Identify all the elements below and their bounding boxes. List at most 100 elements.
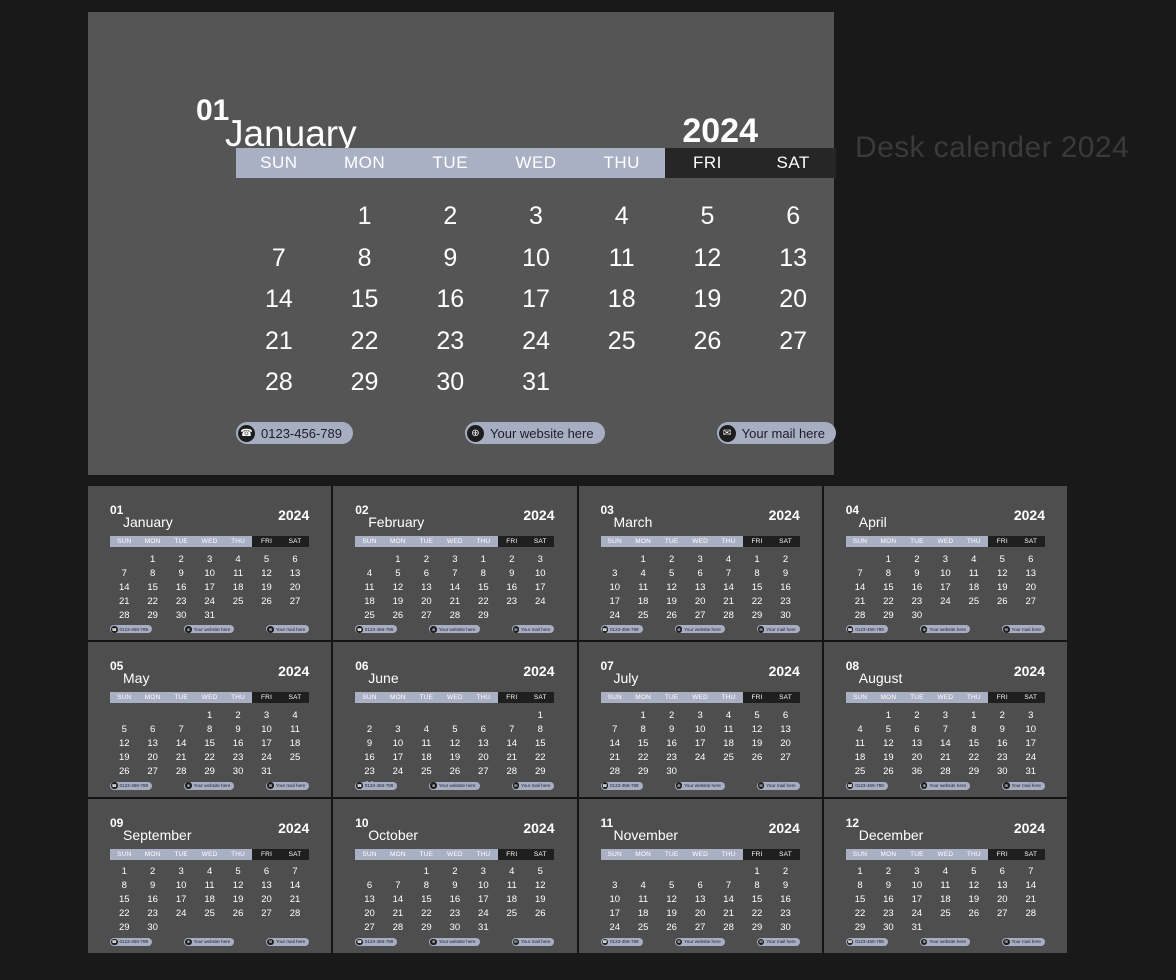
day-cell[interactable]: 6 (412, 566, 440, 580)
day-cell[interactable]: 11 (579, 238, 665, 280)
day-cell[interactable]: 18 (714, 736, 742, 750)
day-cell[interactable]: 7 (281, 865, 309, 879)
day-cell[interactable]: 16 (657, 736, 685, 750)
day-cell[interactable]: 19 (665, 279, 751, 321)
day-cell[interactable]: 29 (846, 921, 874, 935)
day-cell[interactable]: 4 (714, 552, 742, 566)
day-cell[interactable]: 6 (988, 865, 1016, 879)
day-cell[interactable]: 20 (988, 893, 1016, 907)
day-cell[interactable]: 10 (601, 580, 629, 594)
day-cell[interactable]: 2 (771, 552, 799, 566)
day-cell[interactable]: 14 (714, 893, 742, 907)
day-cell[interactable]: 15 (846, 893, 874, 907)
day-cell[interactable]: 17 (167, 893, 195, 907)
day-cell[interactable]: 4 (846, 722, 874, 736)
day-cell[interactable]: 17 (601, 594, 629, 608)
day-cell[interactable]: 20 (1017, 580, 1045, 594)
day-cell[interactable]: 23 (167, 594, 195, 608)
day-cell[interactable]: 19 (110, 750, 138, 764)
day-cell[interactable]: 23 (441, 907, 469, 921)
day-cell[interactable]: 16 (874, 893, 902, 907)
contact-phone[interactable]: ☎ 0123-456-789 (110, 937, 153, 946)
day-cell[interactable]: 4 (281, 708, 309, 722)
day-cell[interactable]: 5 (526, 865, 554, 879)
day-cell[interactable]: 19 (988, 580, 1016, 594)
day-cell[interactable]: 23 (138, 907, 166, 921)
day-cell[interactable]: 3 (601, 566, 629, 580)
day-cell[interactable]: 23 (874, 907, 902, 921)
day-cell[interactable]: 2 (167, 552, 195, 566)
day-cell[interactable]: 4 (498, 865, 526, 879)
day-cell[interactable]: 1 (874, 708, 902, 722)
day-cell[interactable]: 30 (224, 764, 252, 778)
day-cell[interactable]: 10 (1017, 722, 1045, 736)
day-cell[interactable]: 12 (874, 736, 902, 750)
day-cell[interactable]: 20 (412, 594, 440, 608)
day-cell[interactable]: 10 (252, 722, 280, 736)
day-cell[interactable]: 25 (714, 750, 742, 764)
day-cell[interactable]: 10 (469, 879, 497, 893)
day-cell[interactable]: 14 (601, 736, 629, 750)
day-cell[interactable]: 4 (412, 722, 440, 736)
day-cell[interactable]: 24 (493, 321, 579, 363)
day-cell[interactable]: 28 (846, 608, 874, 622)
day-cell[interactable]: 27 (750, 321, 836, 363)
day-cell[interactable]: 11 (224, 566, 252, 580)
contact-mail[interactable]: ✉ Your mail here (511, 937, 555, 946)
month-card-march[interactable]: 03 March 2024 SUN MON TUE WED THU FRI SAT 1 2 3 4 1 2 3 4… (578, 486, 822, 641)
day-cell[interactable]: 24 (167, 907, 195, 921)
day-cell[interactable]: 13 (903, 736, 931, 750)
day-cell[interactable]: 8 (322, 238, 408, 280)
day-cell[interactable]: 29 (110, 921, 138, 935)
day-cell[interactable]: 13 (281, 566, 309, 580)
day-cell[interactable]: 1 (846, 865, 874, 879)
day-cell[interactable]: 1 (743, 552, 771, 566)
day-cell[interactable]: 6 (252, 865, 280, 879)
day-cell[interactable]: 28 (167, 764, 195, 778)
day-cell[interactable]: 6 (750, 196, 836, 238)
day-cell[interactable]: 3 (384, 722, 412, 736)
day-cell[interactable]: 17 (1017, 736, 1045, 750)
day-cell[interactable]: 25 (224, 594, 252, 608)
day-cell[interactable]: 19 (874, 750, 902, 764)
day-cell[interactable]: 15 (629, 736, 657, 750)
day-cell[interactable]: 5 (110, 722, 138, 736)
day-cell[interactable]: 5 (384, 566, 412, 580)
contact-phone[interactable]: ☎ 0123-456-789 (110, 781, 153, 790)
day-cell[interactable]: 29 (412, 921, 440, 935)
day-cell[interactable]: 3 (931, 552, 959, 566)
day-cell[interactable]: 9 (407, 238, 493, 280)
day-cell[interactable]: 15 (110, 893, 138, 907)
day-cell[interactable]: 6 (686, 566, 714, 580)
day-cell[interactable]: 14 (714, 580, 742, 594)
day-cell[interactable]: 27 (355, 921, 383, 935)
day-cell[interactable]: 29 (195, 764, 223, 778)
day-cell[interactable]: 5 (988, 552, 1016, 566)
day-cell[interactable]: 7 (498, 722, 526, 736)
day-cell[interactable]: 25 (195, 907, 223, 921)
month-card-january[interactable]: 01 January 2024 SUN MON TUE WED THU FRI SAT 1 2 3 4 5 6… (88, 486, 332, 641)
day-cell[interactable]: 16 (407, 279, 493, 321)
day-cell[interactable]: 15 (138, 580, 166, 594)
day-cell[interactable]: 26 (384, 608, 412, 622)
day-cell[interactable]: 1 (110, 865, 138, 879)
day-cell[interactable]: 21 (1017, 893, 1045, 907)
day-cell[interactable]: 14 (384, 893, 412, 907)
day-cell[interactable]: 23 (988, 750, 1016, 764)
day-cell[interactable]: 10 (167, 879, 195, 893)
day-cell[interactable]: 14 (441, 580, 469, 594)
day-cell[interactable]: 5 (874, 722, 902, 736)
day-cell[interactable]: 6 (469, 722, 497, 736)
day-cell[interactable]: 7 (167, 722, 195, 736)
day-cell[interactable]: 4 (931, 865, 959, 879)
day-cell[interactable]: 15 (874, 580, 902, 594)
day-cell[interactable]: 11 (629, 580, 657, 594)
contact-phone[interactable]: ☎ 0123-456-789 (355, 781, 398, 790)
day-cell[interactable]: 17 (195, 580, 223, 594)
day-cell[interactable]: 2 (407, 196, 493, 238)
day-cell[interactable]: 28 (714, 921, 742, 935)
day-cell[interactable]: 23 (771, 594, 799, 608)
day-cell[interactable]: 30 (167, 608, 195, 622)
day-cell[interactable]: 7 (110, 566, 138, 580)
day-cell[interactable]: 26 (526, 907, 554, 921)
